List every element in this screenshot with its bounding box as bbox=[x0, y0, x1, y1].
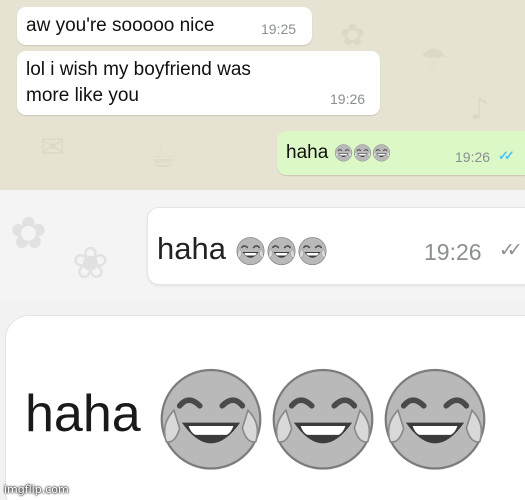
wallpaper-doodle-icon: ☂ bbox=[420, 42, 447, 77]
chat-panel: ✿ ☂ ♪ ✉ ☕ aw you're sooooo nice 19:25 lo… bbox=[0, 0, 525, 190]
incoming-message-bubble[interactable]: lol i wish my boyfriend was more like you… bbox=[17, 51, 380, 115]
wallpaper-doodle-icon: ✿ bbox=[10, 209, 47, 258]
zoomed-message-bubble: haha 19:26 ✓✓ bbox=[147, 207, 525, 285]
imgflip-watermark: imgflip.com bbox=[4, 483, 69, 496]
message-text-line: more like you bbox=[26, 85, 139, 106]
meme-stage: ✿ ☂ ♪ ✉ ☕ aw you're sooooo nice 19:25 lo… bbox=[0, 0, 525, 500]
wallpaper-doodle-icon: ✉ bbox=[40, 130, 66, 165]
tears-of-joy-emoji-icon bbox=[297, 235, 328, 266]
message-timestamp: 19:26 bbox=[455, 149, 491, 165]
wallpaper-doodle-icon: ♪ bbox=[470, 92, 490, 127]
tears-of-joy-emoji-icon bbox=[334, 143, 353, 162]
zoom-panel-large: haha bbox=[0, 300, 525, 500]
message-text-word: haha bbox=[286, 142, 329, 163]
tears-of-joy-emoji-icon bbox=[235, 235, 266, 266]
message-text-word: haha bbox=[25, 385, 141, 443]
message-text: aw you're sooooo nice bbox=[26, 15, 215, 36]
wallpaper-doodle-icon: ✿ bbox=[340, 18, 366, 53]
tears-of-joy-emoji-icon bbox=[379, 361, 491, 473]
message-text: haha bbox=[25, 361, 491, 473]
zoomed-message-bubble: haha bbox=[5, 315, 525, 500]
message-timestamp: 19:26 bbox=[330, 91, 366, 107]
message-text: lol i wish my boyfriend was more like you bbox=[26, 57, 251, 109]
message-timestamp: 19:25 bbox=[261, 21, 297, 37]
message-text-word: haha bbox=[157, 231, 226, 266]
message-timestamp: 19:26 bbox=[424, 239, 482, 265]
tears-of-joy-emoji-icon bbox=[267, 361, 379, 473]
message-text-line: lol i wish my boyfriend was bbox=[26, 59, 251, 80]
wallpaper-doodle-icon: ☕ bbox=[150, 140, 177, 175]
message-text: haha bbox=[157, 229, 328, 269]
read-receipt-ticks-icon: ✓✓ bbox=[498, 148, 515, 163]
zoom-panel-medium: ✿ ❀ haha 19:26 ✓✓ bbox=[0, 190, 525, 300]
tears-of-joy-emoji-icon bbox=[155, 361, 267, 473]
tears-of-joy-emoji-icon bbox=[266, 235, 297, 266]
message-text: haha bbox=[286, 140, 391, 166]
tears-of-joy-emoji-icon bbox=[372, 143, 391, 162]
outgoing-message-bubble[interactable]: haha 19:26 ✓✓ bbox=[277, 131, 525, 175]
wallpaper-doodle-icon: ❀ bbox=[72, 239, 109, 288]
delivered-ticks-icon: ✓✓ bbox=[499, 240, 523, 261]
incoming-message-bubble[interactable]: aw you're sooooo nice 19:25 bbox=[17, 7, 312, 45]
tears-of-joy-emoji-icon bbox=[353, 143, 372, 162]
